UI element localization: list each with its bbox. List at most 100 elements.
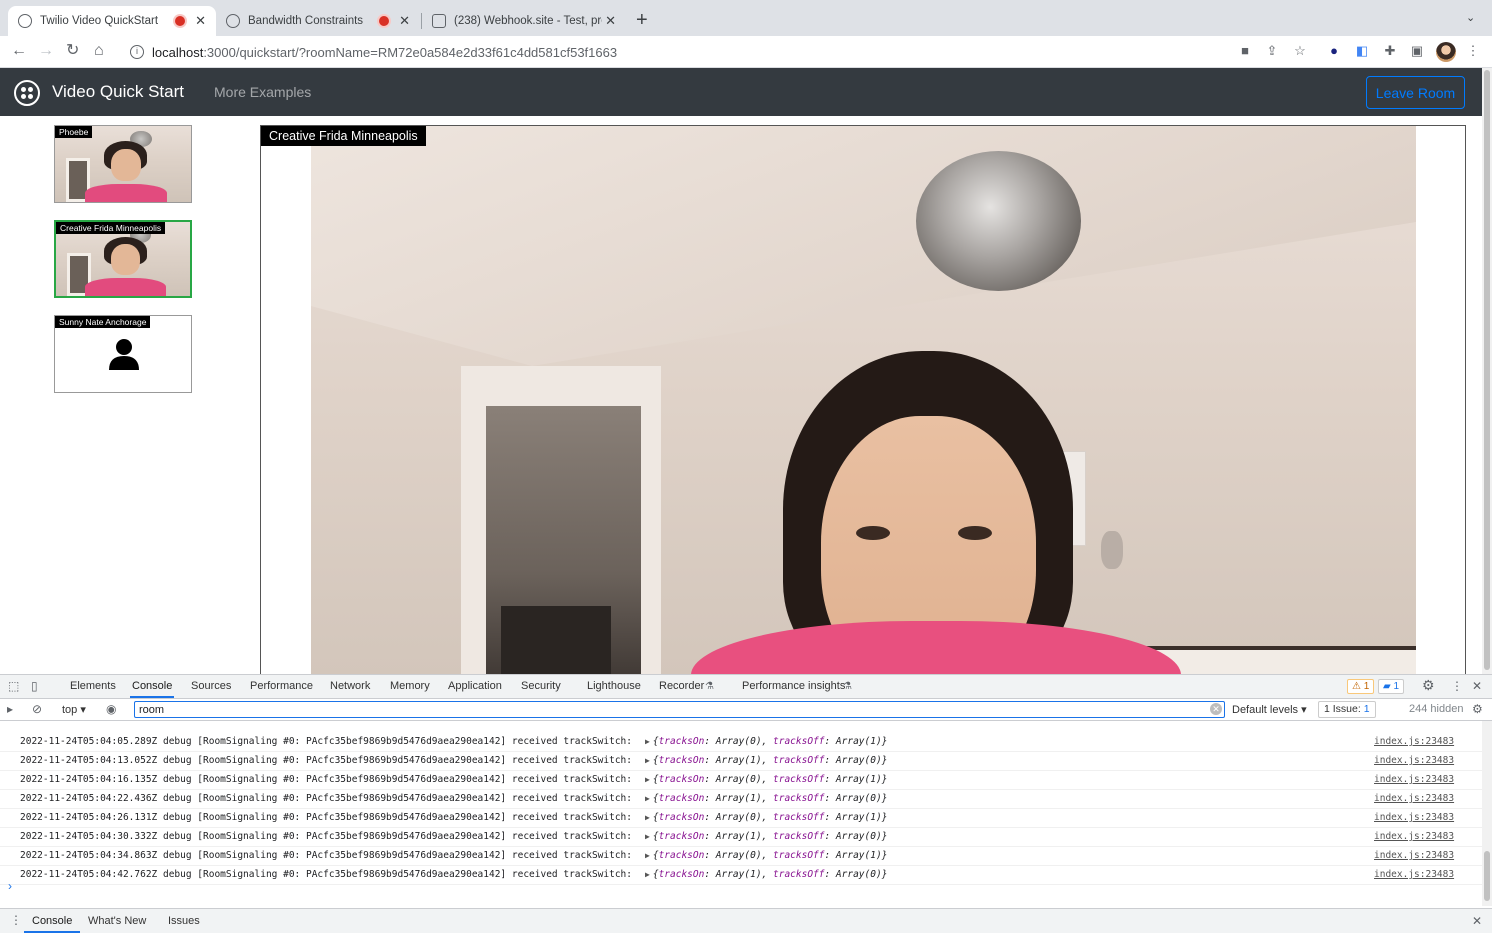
log-source-link[interactable]: index.js:23483 <box>1374 847 1454 865</box>
side-panel-icon[interactable]: ▣ <box>1410 44 1424 58</box>
log-object-preview[interactable]: ▶ {tracksOn: Array(1), tracksOff: Array(0… <box>645 866 887 884</box>
console-log-row[interactable]: 2022-11-24T05:04:34.863Z debug [RoomSign… <box>0 847 1482 866</box>
device-toolbar-icon[interactable]: ▯ <box>31 679 38 693</box>
expand-caret-icon[interactable]: ▶ <box>645 813 650 822</box>
log-source-link[interactable]: index.js:23483 <box>1374 752 1454 770</box>
drawer-menu-icon[interactable]: ⋮ <box>10 913 22 927</box>
expand-caret-icon[interactable]: ▶ <box>645 775 650 784</box>
more-options-icon[interactable]: ⋮ <box>1451 679 1463 693</box>
tab-sources[interactable]: Sources <box>189 675 233 698</box>
tab-memory[interactable]: Memory <box>388 675 432 698</box>
warnings-badge[interactable]: ⚠ 1 <box>1347 679 1375 694</box>
console-filter-input[interactable] <box>134 701 1225 718</box>
log-object-preview[interactable]: ▶ {tracksOn: Array(0), tracksOff: Array(1… <box>645 847 887 865</box>
issues-button[interactable]: 1 Issue: 1 <box>1318 701 1376 718</box>
console-settings-gear-icon[interactable]: ⚙ <box>1472 702 1483 716</box>
log-object-preview[interactable]: ▶ {tracksOn: Array(1), tracksOff: Array(0… <box>645 752 887 770</box>
log-source-link[interactable]: index.js:23483 <box>1374 733 1454 751</box>
tab-console[interactable]: Console <box>130 675 175 698</box>
close-tab-icon[interactable]: ✕ <box>605 13 616 29</box>
tab-security[interactable]: Security <box>519 675 563 698</box>
drawer-tab-issues[interactable]: Issues <box>168 909 200 933</box>
clear-filter-icon[interactable]: ✕ <box>1210 703 1222 715</box>
settings-gear-icon[interactable]: ⚙ <box>1422 678 1435 692</box>
clear-console-icon[interactable]: ⊘ <box>32 702 42 716</box>
tab-elements[interactable]: Elements <box>68 675 118 698</box>
page-scrollbar[interactable] <box>1482 68 1492 674</box>
console-log-row[interactable]: 2022-11-24T05:04:16.135Z debug [RoomSign… <box>0 771 1482 790</box>
camera-in-use-icon[interactable]: ■ <box>1238 44 1252 58</box>
leave-room-button[interactable]: Leave Room <box>1366 76 1465 109</box>
console-log-row[interactable]: 2022-11-24T05:04:26.131Z debug [RoomSign… <box>0 809 1482 828</box>
expand-caret-icon[interactable]: ▶ <box>645 851 650 860</box>
expand-caret-icon[interactable]: ▶ <box>645 832 650 841</box>
close-devtools-icon[interactable]: ✕ <box>1472 679 1482 693</box>
console-log-row[interactable]: 2022-11-24T05:04:13.052Z debug [RoomSign… <box>0 752 1482 771</box>
log-object-preview[interactable]: ▶ {tracksOn: Array(1), tracksOff: Array(0… <box>645 790 887 808</box>
messages-badge[interactable]: ▰ 1 <box>1378 679 1405 694</box>
bookmark-star-icon[interactable]: ☆ <box>1293 44 1307 58</box>
log-message: 2022-11-24T05:04:30.332Z debug [RoomSign… <box>20 831 632 842</box>
participant-thumbnail-selected[interactable]: Creative Frida Minneapolis <box>54 220 192 298</box>
log-source-link[interactable]: index.js:23483 <box>1374 828 1454 846</box>
new-tab-icon[interactable]: + <box>636 9 648 32</box>
browser-tab[interactable]: Bandwidth Constraints ✕ <box>216 6 420 36</box>
expand-caret-icon[interactable]: ▶ <box>645 794 650 803</box>
console-prompt-icon[interactable]: › <box>8 879 12 893</box>
console-scrollbar[interactable] <box>1482 721 1492 906</box>
console-log-row[interactable]: 2022-11-24T05:04:42.762Z debug [RoomSign… <box>0 866 1482 885</box>
expand-caret-icon[interactable]: ▶ <box>645 756 650 765</box>
back-icon[interactable]: ← <box>11 42 27 60</box>
sidebar-toggle-icon[interactable]: ▸ <box>7 702 13 716</box>
log-object-preview[interactable]: ▶ {tracksOn: Array(1), tracksOff: Array(0… <box>645 828 887 846</box>
more-examples-link[interactable]: More Examples <box>214 84 311 100</box>
log-object-preview[interactable]: ▶ {tracksOn: Array(0), tracksOff: Array(1… <box>645 809 887 827</box>
browser-tab[interactable]: (238) Webhook.site - Test, pro ✕ <box>422 6 626 36</box>
console-log-row[interactable]: 2022-11-24T05:04:22.436Z debug [RoomSign… <box>0 790 1482 809</box>
browser-menu-icon[interactable]: ⋮ <box>1466 44 1480 58</box>
browser-tab[interactable]: Twilio Video QuickStart ✕ <box>8 6 216 36</box>
expand-caret-icon[interactable]: ▶ <box>645 737 650 746</box>
drawer-tab-whats-new[interactable]: What's New <box>88 909 146 933</box>
translate-extension-icon[interactable]: ◧ <box>1355 44 1369 58</box>
tab-application[interactable]: Application <box>446 675 504 698</box>
participant-thumbnail[interactable]: Phoebe <box>54 125 192 203</box>
forward-icon[interactable]: → <box>38 42 54 60</box>
twilio-logo-icon[interactable] <box>14 80 40 106</box>
tab-performance[interactable]: Performance <box>248 675 315 698</box>
live-expression-eye-icon[interactable]: ◉ <box>106 702 116 716</box>
close-drawer-icon[interactable]: ✕ <box>1472 914 1482 928</box>
close-tab-icon[interactable]: ✕ <box>195 13 206 29</box>
log-source-link[interactable]: index.js:23483 <box>1374 771 1454 789</box>
extension-o-icon[interactable]: ● <box>1327 44 1341 58</box>
tab-performance-insights[interactable]: Performance insights <box>740 675 847 698</box>
log-object-preview[interactable]: ▶ {tracksOn: Array(0), tracksOff: Array(1… <box>645 733 887 751</box>
main-video-panel[interactable]: Creative Frida Minneapolis <box>260 125 1466 674</box>
reload-icon[interactable]: ↻ <box>66 42 79 60</box>
expand-caret-icon[interactable]: ▶ <box>645 870 650 879</box>
address-bar[interactable]: i localhost:3000/quickstart/?roomName=RM… <box>120 39 1320 65</box>
log-levels-select[interactable]: Default levels ▾ <box>1232 703 1307 716</box>
log-source-link[interactable]: index.js:23483 <box>1374 790 1454 808</box>
context-select[interactable]: top ▾ <box>62 703 86 716</box>
console-log-area[interactable]: 2022-11-24T05:04:05.289Z debug [RoomSign… <box>0 721 1482 906</box>
tab-lighthouse[interactable]: Lighthouse <box>585 675 643 698</box>
tab-recorder[interactable]: Recorder <box>657 675 706 698</box>
console-log-row[interactable]: 2022-11-24T05:04:30.332Z debug [RoomSign… <box>0 828 1482 847</box>
site-info-icon[interactable]: i <box>130 45 144 59</box>
home-icon[interactable]: ⌂ <box>94 42 104 60</box>
console-log-row[interactable]: 2022-11-24T05:04:05.289Z debug [RoomSign… <box>0 733 1482 752</box>
extensions-puzzle-icon[interactable]: ✚ <box>1383 44 1397 58</box>
tab-network[interactable]: Network <box>328 675 372 698</box>
log-source-link[interactable]: index.js:23483 <box>1374 866 1454 884</box>
log-object-preview[interactable]: ▶ {tracksOn: Array(0), tracksOff: Array(1… <box>645 771 887 789</box>
brand-title[interactable]: Video Quick Start <box>52 82 184 102</box>
inspect-element-icon[interactable]: ⬚ <box>8 679 19 693</box>
close-tab-icon[interactable]: ✕ <box>399 13 410 29</box>
participant-thumbnail[interactable]: Sunny Nate Anchorage <box>54 315 192 393</box>
drawer-tab-console[interactable]: Console <box>24 909 81 933</box>
tab-search-chevron-icon[interactable]: ⌄ <box>1466 11 1475 24</box>
log-source-link[interactable]: index.js:23483 <box>1374 809 1454 827</box>
share-icon[interactable]: ⇪ <box>1265 44 1279 58</box>
profile-avatar[interactable] <box>1436 42 1456 62</box>
